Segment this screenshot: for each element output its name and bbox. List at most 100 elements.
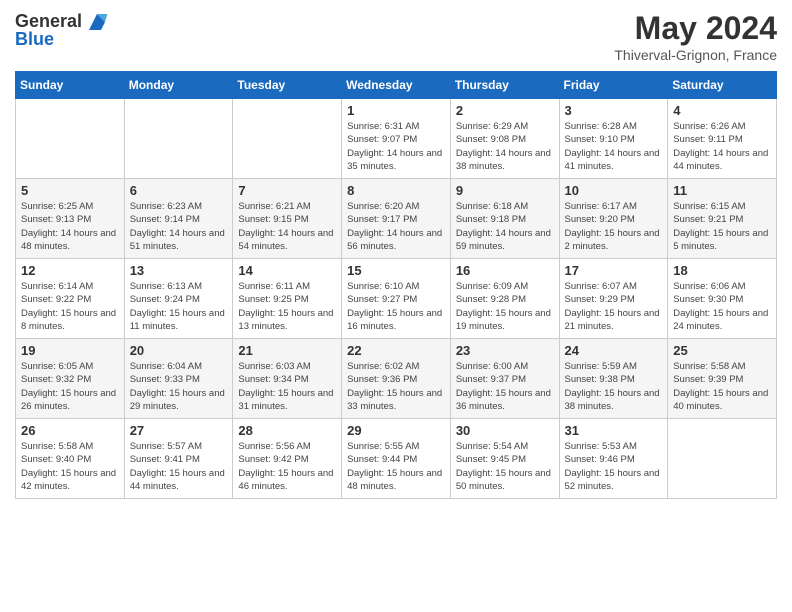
day-info: Sunrise: 5:54 AM Sunset: 9:45 PM Dayligh…: [456, 440, 554, 493]
day-number: 4: [673, 103, 771, 118]
day-info: Sunrise: 6:03 AM Sunset: 9:34 PM Dayligh…: [238, 360, 336, 413]
week-row-5: 26 Sunrise: 5:58 AM Sunset: 9:40 PM Dayli…: [16, 419, 777, 499]
month-title: May 2024: [614, 10, 777, 47]
calendar-body: 1 Sunrise: 6:31 AM Sunset: 9:07 PM Daylig…: [16, 99, 777, 499]
day-cell: 2Sunrise: 6:29 AM Sunset: 9:08 PM Daylig…: [450, 99, 559, 179]
day-cell: 19 Sunrise: 6:05 AM Sunset: 9:32 PM Dayli…: [16, 339, 125, 419]
day-cell: 18 Sunrise: 6:06 AM Sunset: 9:30 PM Dayli…: [668, 259, 777, 339]
day-cell: 15Sunrise: 6:10 AM Sunset: 9:27 PM Dayli…: [342, 259, 451, 339]
title-block: May 2024 Thiverval-Grignon, France: [614, 10, 777, 63]
day-cell: 5Sunrise: 6:25 AM Sunset: 9:13 PM Daylig…: [16, 179, 125, 259]
calendar-table: SundayMondayTuesdayWednesdayThursdayFrid…: [15, 71, 777, 499]
day-number: 21: [238, 343, 336, 358]
day-number: 14: [238, 263, 336, 278]
day-cell: [124, 99, 233, 179]
day-number: 28: [238, 423, 336, 438]
day-number: 29: [347, 423, 445, 438]
day-info: Sunrise: 6:06 AM Sunset: 9:30 PM Dayligh…: [673, 280, 771, 333]
header-cell-sunday: Sunday: [16, 72, 125, 99]
day-cell: 20 Sunrise: 6:04 AM Sunset: 9:33 PM Dayli…: [124, 339, 233, 419]
day-cell: 13 Sunrise: 6:13 AM Sunset: 9:24 PM Dayli…: [124, 259, 233, 339]
day-cell: 24Sunrise: 5:59 AM Sunset: 9:38 PM Dayli…: [559, 339, 668, 419]
page-header: General Blue May 2024 Thiverval-Grignon,…: [15, 10, 777, 63]
day-cell: [16, 99, 125, 179]
day-info: Sunrise: 5:53 AM Sunset: 9:46 PM Dayligh…: [565, 440, 663, 493]
day-cell: 30 Sunrise: 5:54 AM Sunset: 9:45 PM Dayli…: [450, 419, 559, 499]
week-row-2: 5Sunrise: 6:25 AM Sunset: 9:13 PM Daylig…: [16, 179, 777, 259]
header-cell-saturday: Saturday: [668, 72, 777, 99]
day-info: Sunrise: 6:25 AM Sunset: 9:13 PM Dayligh…: [21, 200, 119, 253]
day-cell: 14Sunrise: 6:11 AM Sunset: 9:25 PM Dayli…: [233, 259, 342, 339]
day-cell: [233, 99, 342, 179]
logo-icon: [85, 10, 109, 34]
day-info: Sunrise: 6:20 AM Sunset: 9:17 PM Dayligh…: [347, 200, 445, 253]
day-number: 9: [456, 183, 554, 198]
day-number: 25: [673, 343, 771, 358]
day-info: Sunrise: 6:18 AM Sunset: 9:18 PM Dayligh…: [456, 200, 554, 253]
header-row: SundayMondayTuesdayWednesdayThursdayFrid…: [16, 72, 777, 99]
day-number: 1: [347, 103, 445, 118]
day-info: Sunrise: 5:59 AM Sunset: 9:38 PM Dayligh…: [565, 360, 663, 413]
day-info: Sunrise: 6:17 AM Sunset: 9:20 PM Dayligh…: [565, 200, 663, 253]
day-number: 3: [565, 103, 663, 118]
day-info: Sunrise: 5:56 AM Sunset: 9:42 PM Dayligh…: [238, 440, 336, 493]
day-cell: 28 Sunrise: 5:56 AM Sunset: 9:42 PM Dayli…: [233, 419, 342, 499]
day-cell: 21 Sunrise: 6:03 AM Sunset: 9:34 PM Dayli…: [233, 339, 342, 419]
day-info: Sunrise: 5:58 AM Sunset: 9:39 PM Dayligh…: [673, 360, 771, 413]
day-info: Sunrise: 6:00 AM Sunset: 9:37 PM Dayligh…: [456, 360, 554, 413]
day-info: Sunrise: 6:10 AM Sunset: 9:27 PM Dayligh…: [347, 280, 445, 333]
day-info: Sunrise: 5:58 AM Sunset: 9:40 PM Dayligh…: [21, 440, 119, 493]
day-info: Sunrise: 6:09 AM Sunset: 9:28 PM Dayligh…: [456, 280, 554, 333]
day-info: Sunrise: 6:13 AM Sunset: 9:24 PM Dayligh…: [130, 280, 228, 333]
day-number: 10: [565, 183, 663, 198]
logo: General Blue: [15, 10, 109, 50]
day-number: 6: [130, 183, 228, 198]
week-row-3: 12Sunrise: 6:14 AM Sunset: 9:22 PM Dayli…: [16, 259, 777, 339]
day-number: 11: [673, 183, 771, 198]
day-cell: 8Sunrise: 6:20 AM Sunset: 9:17 PM Daylig…: [342, 179, 451, 259]
day-number: 30: [456, 423, 554, 438]
day-number: 26: [21, 423, 119, 438]
day-info: Sunrise: 6:23 AM Sunset: 9:14 PM Dayligh…: [130, 200, 228, 253]
day-number: 23: [456, 343, 554, 358]
day-info: Sunrise: 6:05 AM Sunset: 9:32 PM Dayligh…: [21, 360, 119, 413]
day-cell: 9 Sunrise: 6:18 AM Sunset: 9:18 PM Daylig…: [450, 179, 559, 259]
header-cell-wednesday: Wednesday: [342, 72, 451, 99]
day-number: 20: [130, 343, 228, 358]
calendar-header: SundayMondayTuesdayWednesdayThursdayFrid…: [16, 72, 777, 99]
day-cell: 1 Sunrise: 6:31 AM Sunset: 9:07 PM Daylig…: [342, 99, 451, 179]
day-info: Sunrise: 6:07 AM Sunset: 9:29 PM Dayligh…: [565, 280, 663, 333]
header-cell-monday: Monday: [124, 72, 233, 99]
day-cell: 10 Sunrise: 6:17 AM Sunset: 9:20 PM Dayli…: [559, 179, 668, 259]
day-number: 31: [565, 423, 663, 438]
day-cell: 22Sunrise: 6:02 AM Sunset: 9:36 PM Dayli…: [342, 339, 451, 419]
day-cell: 11 Sunrise: 6:15 AM Sunset: 9:21 PM Dayli…: [668, 179, 777, 259]
day-info: Sunrise: 6:26 AM Sunset: 9:11 PM Dayligh…: [673, 120, 771, 173]
day-cell: 27Sunrise: 5:57 AM Sunset: 9:41 PM Dayli…: [124, 419, 233, 499]
day-cell: 4 Sunrise: 6:26 AM Sunset: 9:11 PM Daylig…: [668, 99, 777, 179]
day-cell: 6 Sunrise: 6:23 AM Sunset: 9:14 PM Daylig…: [124, 179, 233, 259]
day-cell: 31 Sunrise: 5:53 AM Sunset: 9:46 PM Dayli…: [559, 419, 668, 499]
day-info: Sunrise: 6:21 AM Sunset: 9:15 PM Dayligh…: [238, 200, 336, 253]
day-cell: 26 Sunrise: 5:58 AM Sunset: 9:40 PM Dayli…: [16, 419, 125, 499]
day-info: Sunrise: 5:55 AM Sunset: 9:44 PM Dayligh…: [347, 440, 445, 493]
header-cell-friday: Friday: [559, 72, 668, 99]
day-number: 17: [565, 263, 663, 278]
week-row-1: 1 Sunrise: 6:31 AM Sunset: 9:07 PM Daylig…: [16, 99, 777, 179]
location-title: Thiverval-Grignon, France: [614, 47, 777, 63]
day-info: Sunrise: 6:04 AM Sunset: 9:33 PM Dayligh…: [130, 360, 228, 413]
day-info: Sunrise: 6:15 AM Sunset: 9:21 PM Dayligh…: [673, 200, 771, 253]
day-info: Sunrise: 6:31 AM Sunset: 9:07 PM Dayligh…: [347, 120, 445, 173]
day-number: 19: [21, 343, 119, 358]
day-cell: 25 Sunrise: 5:58 AM Sunset: 9:39 PM Dayli…: [668, 339, 777, 419]
day-number: 27: [130, 423, 228, 438]
day-info: Sunrise: 6:28 AM Sunset: 9:10 PM Dayligh…: [565, 120, 663, 173]
day-number: 13: [130, 263, 228, 278]
day-number: 18: [673, 263, 771, 278]
header-cell-thursday: Thursday: [450, 72, 559, 99]
header-cell-tuesday: Tuesday: [233, 72, 342, 99]
day-info: Sunrise: 6:02 AM Sunset: 9:36 PM Dayligh…: [347, 360, 445, 413]
week-row-4: 19 Sunrise: 6:05 AM Sunset: 9:32 PM Dayli…: [16, 339, 777, 419]
day-number: 2: [456, 103, 554, 118]
day-cell: 3 Sunrise: 6:28 AM Sunset: 9:10 PM Daylig…: [559, 99, 668, 179]
